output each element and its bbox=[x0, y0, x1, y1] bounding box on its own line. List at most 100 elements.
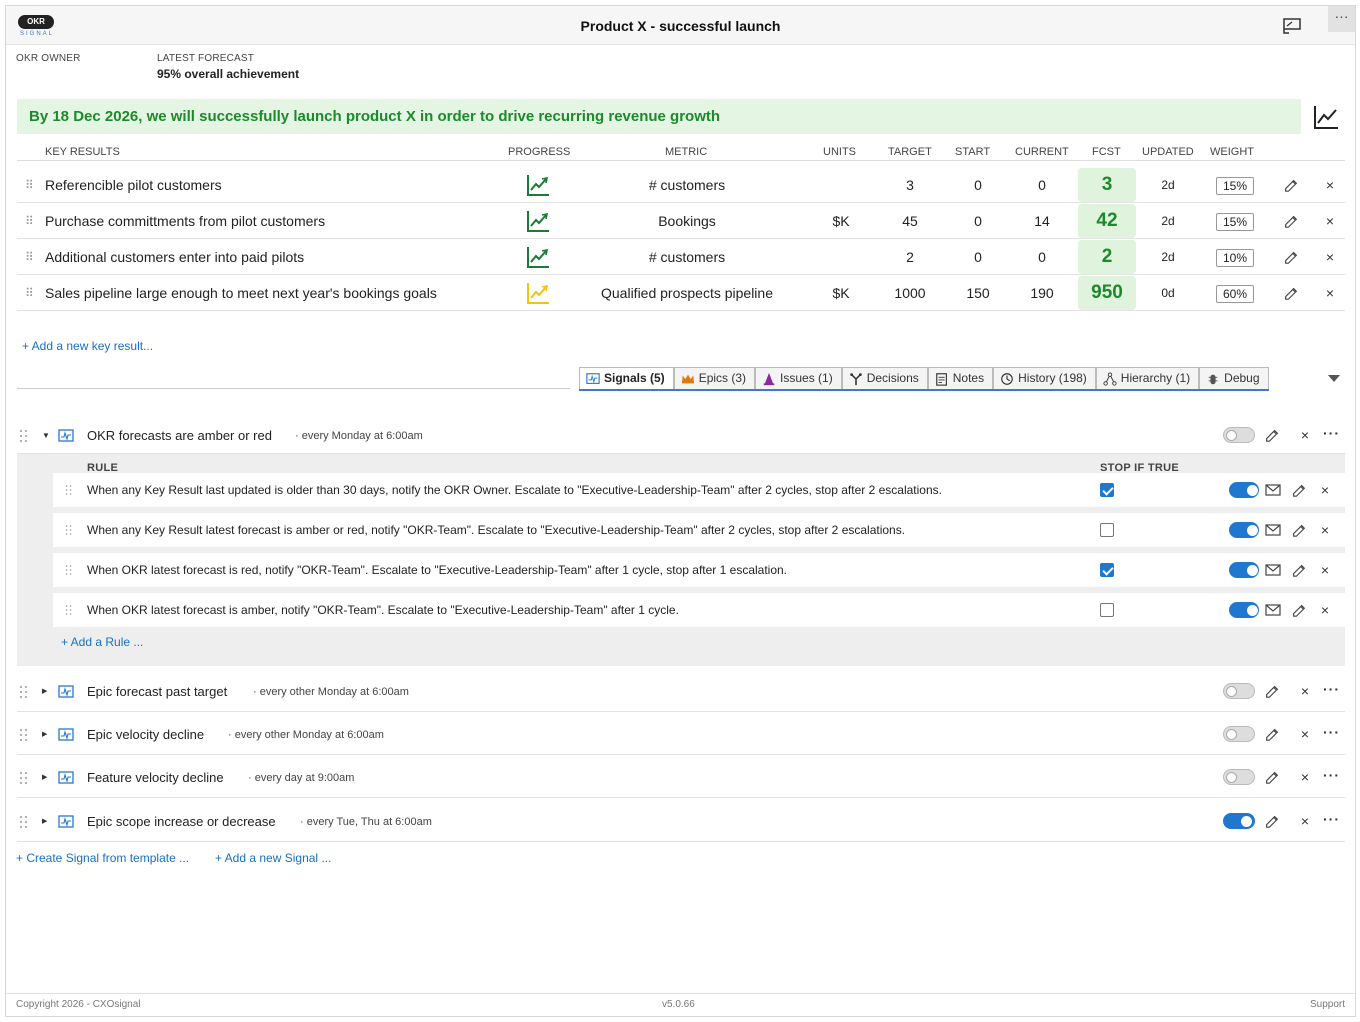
edit-pencil-icon[interactable] bbox=[1264, 427, 1280, 443]
drag-handle-icon[interactable] bbox=[65, 523, 73, 537]
more-actions-icon[interactable]: ··· bbox=[1323, 425, 1340, 441]
rule-row[interactable]: When OKR latest forecast is amber, notif… bbox=[53, 593, 1345, 627]
edit-pencil-icon[interactable] bbox=[1264, 769, 1280, 785]
rule-text[interactable]: When OKR latest forecast is red, notify … bbox=[87, 563, 787, 577]
kr-weight-input[interactable]: 15% bbox=[1216, 177, 1254, 195]
drag-handle-icon[interactable] bbox=[19, 429, 29, 443]
trend-chart-icon[interactable] bbox=[1313, 104, 1339, 130]
stop-if-true-checkbox[interactable] bbox=[1100, 603, 1114, 617]
stop-if-true-checkbox[interactable] bbox=[1100, 523, 1114, 537]
more-actions-icon[interactable]: ··· bbox=[1323, 767, 1340, 783]
tab-notes[interactable]: Notes bbox=[927, 367, 994, 389]
edit-pencil-icon[interactable] bbox=[1283, 285, 1299, 301]
edit-pencil-icon[interactable] bbox=[1264, 683, 1280, 699]
delete-rule-button[interactable]: × bbox=[1319, 522, 1331, 538]
drag-handle-icon[interactable] bbox=[19, 728, 29, 742]
drag-handle-icon[interactable] bbox=[65, 483, 73, 497]
signal-row[interactable]: ▼ OKR forecasts are amber or red · every M… bbox=[17, 416, 1345, 454]
tab-issues[interactable]: Issues (1) bbox=[755, 367, 842, 389]
kr-name[interactable]: Additional customers enter into paid pil… bbox=[45, 239, 485, 275]
tab-decisions[interactable]: Decisions bbox=[841, 367, 928, 389]
signal-name[interactable]: OKR forecasts are amber or red bbox=[87, 428, 272, 443]
caret-right-icon[interactable]: ▶ bbox=[42, 773, 47, 781]
edit-pencil-icon[interactable] bbox=[1291, 482, 1307, 498]
email-icon[interactable] bbox=[1265, 484, 1281, 496]
rule-text[interactable]: When any Key Result last updated is olde… bbox=[87, 483, 942, 497]
delete-signal-button[interactable]: × bbox=[1299, 683, 1311, 699]
delete-signal-button[interactable]: × bbox=[1299, 427, 1311, 443]
edit-pencil-icon[interactable] bbox=[1291, 522, 1307, 538]
delete-kr-button[interactable]: × bbox=[1324, 285, 1336, 301]
key-result-row[interactable]: ⠿ Referencible pilot customers # customers… bbox=[17, 167, 1345, 203]
signal-row[interactable]: ▶ Epic forecast past target · every other … bbox=[17, 672, 1345, 712]
stop-if-true-checkbox[interactable] bbox=[1100, 483, 1114, 497]
tab-epics[interactable]: Epics (3) bbox=[673, 367, 756, 389]
signal-name[interactable]: Epic forecast past target bbox=[87, 684, 227, 699]
delete-signal-button[interactable]: × bbox=[1299, 726, 1311, 742]
signal-enable-toggle[interactable] bbox=[1223, 726, 1255, 742]
signal-name[interactable]: Epic scope increase or decrease bbox=[87, 814, 276, 829]
tabs-overflow-chevron-icon[interactable] bbox=[1328, 375, 1340, 382]
drag-handle-icon[interactable]: ⠿ bbox=[25, 178, 34, 192]
progress-trend-icon[interactable] bbox=[526, 173, 550, 197]
key-result-row[interactable]: ⠿ Purchase committments from pilot custom… bbox=[17, 203, 1345, 239]
rule-enable-toggle[interactable] bbox=[1229, 562, 1259, 578]
signal-row[interactable]: ▶ Epic scope increase or decrease · every … bbox=[17, 802, 1345, 842]
edit-pencil-icon[interactable] bbox=[1283, 213, 1299, 229]
edit-pencil-icon[interactable] bbox=[1291, 602, 1307, 618]
tab-hierarchy[interactable]: Hierarchy (1) bbox=[1095, 367, 1200, 389]
rule-enable-toggle[interactable] bbox=[1229, 482, 1259, 498]
caret-down-icon[interactable]: ▼ bbox=[42, 431, 50, 440]
kr-name[interactable]: Purchase committments from pilot custome… bbox=[45, 203, 485, 239]
caret-right-icon[interactable]: ▶ bbox=[42, 687, 47, 695]
signal-name[interactable]: Feature velocity decline bbox=[87, 770, 224, 785]
progress-trend-icon[interactable] bbox=[526, 281, 550, 305]
rule-text[interactable]: When OKR latest forecast is amber, notif… bbox=[87, 603, 679, 617]
drag-handle-icon[interactable] bbox=[19, 815, 29, 829]
delete-kr-button[interactable]: × bbox=[1324, 213, 1336, 229]
signal-name[interactable]: Epic velocity decline bbox=[87, 727, 204, 742]
edit-pencil-icon[interactable] bbox=[1283, 177, 1299, 193]
delete-rule-button[interactable]: × bbox=[1319, 482, 1331, 498]
more-actions-icon[interactable]: ··· bbox=[1323, 724, 1340, 740]
more-options-button[interactable]: ··· bbox=[1328, 6, 1355, 32]
add-key-result-link[interactable]: + Add a new key result... bbox=[22, 339, 153, 353]
add-rule-link[interactable]: + Add a Rule ... bbox=[61, 635, 143, 649]
delete-rule-button[interactable]: × bbox=[1319, 562, 1331, 578]
drag-handle-icon[interactable]: ⠿ bbox=[25, 286, 34, 300]
tab-signals[interactable]: Signals (5) bbox=[579, 367, 674, 389]
kr-name[interactable]: Sales pipeline large enough to meet next… bbox=[45, 275, 485, 311]
key-result-row[interactable]: ⠿ Additional customers enter into paid pi… bbox=[17, 239, 1345, 275]
rule-row[interactable]: When OKR latest forecast is red, notify … bbox=[53, 553, 1345, 587]
delete-signal-button[interactable]: × bbox=[1299, 769, 1311, 785]
signal-enable-toggle[interactable] bbox=[1223, 813, 1255, 829]
edit-pencil-icon[interactable] bbox=[1283, 249, 1299, 265]
present-icon[interactable] bbox=[1282, 17, 1302, 35]
add-signal-link[interactable]: + Add a new Signal ... bbox=[215, 851, 331, 865]
drag-handle-icon[interactable] bbox=[65, 563, 73, 577]
delete-kr-button[interactable]: × bbox=[1324, 249, 1336, 265]
key-result-row[interactable]: ⠿ Sales pipeline large enough to meet nex… bbox=[17, 275, 1345, 311]
caret-right-icon[interactable]: ▶ bbox=[42, 730, 47, 738]
edit-pencil-icon[interactable] bbox=[1291, 562, 1307, 578]
drag-handle-icon[interactable]: ⠿ bbox=[25, 214, 34, 228]
delete-signal-button[interactable]: × bbox=[1299, 813, 1311, 829]
progress-trend-icon[interactable] bbox=[526, 245, 550, 269]
tab-debug[interactable]: Debug bbox=[1199, 367, 1269, 389]
drag-handle-icon[interactable] bbox=[65, 603, 73, 617]
kr-weight-input[interactable]: 15% bbox=[1216, 213, 1254, 231]
signal-row[interactable]: ▶ Feature velocity decline · every day at … bbox=[17, 758, 1345, 798]
drag-handle-icon[interactable] bbox=[19, 685, 29, 699]
rule-row[interactable]: When any Key Result latest forecast is a… bbox=[53, 513, 1345, 547]
email-icon[interactable] bbox=[1265, 524, 1281, 536]
rule-enable-toggle[interactable] bbox=[1229, 602, 1259, 618]
kr-weight-input[interactable]: 60% bbox=[1216, 285, 1254, 303]
edit-pencil-icon[interactable] bbox=[1264, 813, 1280, 829]
kr-name[interactable]: Referencible pilot customers bbox=[45, 167, 485, 203]
rule-enable-toggle[interactable] bbox=[1229, 522, 1259, 538]
more-actions-icon[interactable]: ··· bbox=[1323, 811, 1340, 827]
drag-handle-icon[interactable]: ⠿ bbox=[25, 250, 34, 264]
progress-trend-icon[interactable] bbox=[526, 209, 550, 233]
tab-history[interactable]: History (198) bbox=[993, 367, 1096, 389]
caret-right-icon[interactable]: ▶ bbox=[42, 817, 47, 825]
